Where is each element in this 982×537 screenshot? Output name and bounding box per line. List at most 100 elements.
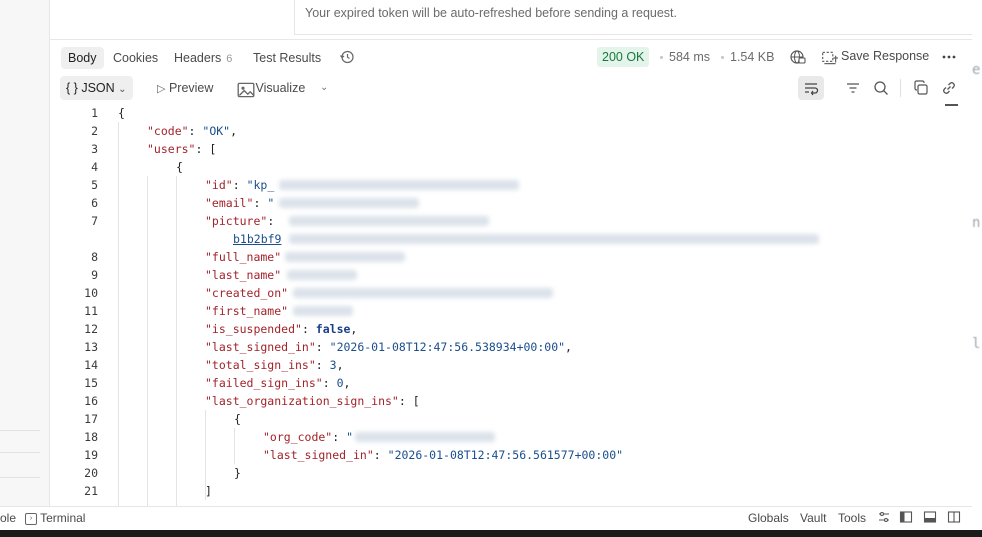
code-line: 11 "first_name" (49, 302, 939, 320)
link-icon[interactable] (940, 79, 958, 97)
json-token: : [ (195, 142, 217, 156)
line-number: 1 (91, 106, 98, 120)
tab-body[interactable]: Body (61, 47, 104, 69)
vault-button[interactable]: Vault (800, 511, 826, 525)
sidebar-divider (0, 430, 40, 431)
line-number: 5 (91, 178, 98, 192)
two-pane-layout-icon[interactable] (947, 510, 961, 527)
body-toolbar: { } JSON ⌄ ▷ Preview Visualize ⌄ (49, 73, 972, 103)
code-line: 12 "is_suspended": false, (49, 320, 939, 338)
background-glyph: l (972, 336, 981, 352)
code-text: { (176, 158, 183, 176)
background-glyph: n (972, 215, 981, 231)
format-select[interactable]: { } JSON ⌄ (60, 76, 133, 100)
code-text: "failed_sign_ins": 0, (205, 374, 350, 392)
code-text: "created_on" (205, 284, 288, 302)
json-key: "users" (147, 142, 196, 156)
search-icon[interactable] (872, 79, 890, 97)
scrollbar-thumb[interactable] (945, 104, 958, 106)
wrap-lines-button[interactable] (798, 76, 824, 100)
visualize-dropdown[interactable]: ⌄ (320, 76, 328, 100)
redacted-value (355, 432, 495, 442)
save-response-button[interactable]: Save Response (821, 44, 929, 68)
auth-refresh-message: Your expired token will be auto-refreshe… (305, 6, 677, 20)
chevron-down-icon: ⌄ (320, 82, 329, 93)
line-number: 20 (84, 466, 98, 480)
sidebar-divider (0, 452, 40, 453)
code-line: 6 "email": " (49, 194, 939, 212)
console-button[interactable]: ole (0, 511, 16, 525)
image-icon (237, 81, 255, 98)
json-token: , (565, 340, 572, 354)
code-text: } (234, 464, 241, 482)
redacted-value (287, 270, 357, 280)
globals-button[interactable]: Globals (748, 511, 789, 525)
json-token: "OK" (202, 124, 231, 138)
tab-cookies-label: Cookies (113, 51, 159, 65)
json-key: "total_sign_ins" (205, 358, 316, 372)
json-token: : (322, 376, 337, 390)
background-glyph: e (972, 62, 981, 78)
network-globe-icon[interactable] (789, 48, 807, 66)
status-badge[interactable]: 200 OK (597, 47, 650, 67)
more-options-icon[interactable] (940, 48, 958, 66)
format-select-label: JSON (81, 81, 115, 95)
toggle-panel-icon[interactable] (923, 510, 937, 527)
tab-test-results[interactable]: Test Results (246, 47, 328, 69)
visualize-button[interactable]: Visualize (237, 76, 305, 100)
code-line: 19 "last_signed_in": "2026-01-08T12:47:56… (49, 446, 939, 464)
auth-info-banner: Your expired token will be auto-refreshe… (294, 0, 972, 35)
tab-cookies[interactable]: Cookies (106, 47, 165, 69)
preview-button[interactable]: ▷ Preview (157, 76, 213, 100)
code-text: "org_code": " (263, 428, 353, 446)
line-number: 2 (91, 124, 98, 138)
line-number: 4 (91, 160, 98, 174)
json-key: "id" (205, 178, 233, 192)
wrap-lines-icon (802, 79, 820, 97)
json-link[interactable]: b1b2bf9 (233, 232, 281, 246)
copy-icon[interactable] (912, 79, 930, 97)
json-token: : (332, 430, 347, 444)
play-icon: ▷ (157, 83, 166, 95)
json-token: , (343, 376, 351, 390)
json-token: "2026-01-08T12:47:56.561577+00:00" (387, 448, 624, 462)
tab-headers[interactable]: Headers 6 (167, 47, 239, 69)
terminal-button[interactable]: › Terminal (25, 511, 85, 525)
code-line: 8 "full_name" (49, 248, 939, 266)
filter-icon[interactable] (844, 79, 862, 97)
json-token: : (315, 340, 330, 354)
code-text: "code": "OK", (147, 122, 237, 140)
separator-dot (660, 56, 663, 59)
json-token: ] (205, 484, 212, 498)
code-text: "email": " (205, 194, 274, 212)
code-text: "first_name" (205, 302, 288, 320)
chevron-down-icon: ⌄ (118, 84, 127, 95)
tools-button[interactable]: Tools (838, 511, 866, 525)
visualize-label: Visualize (255, 81, 306, 95)
code-text: { (118, 104, 125, 122)
line-number: 3 (91, 142, 98, 156)
json-token: : (315, 358, 330, 372)
json-key: "created_on" (205, 286, 289, 300)
tab-headers-label: Headers (174, 51, 222, 65)
response-time[interactable]: 584 ms (669, 47, 710, 67)
code-line: 3 "users": [ (49, 140, 939, 158)
response-body-editor[interactable]: 1{2 "code": "OK", 3 "users": [4{5 "id": "kp_… (49, 104, 972, 506)
code-text: ] (205, 482, 212, 500)
toolbar-divider (900, 79, 901, 97)
code-text: "last_organization_sign_ins": [ (205, 392, 420, 410)
json-key: "full_name" (205, 250, 282, 264)
line-number: 17 (84, 412, 98, 426)
line-number: 18 (84, 430, 98, 444)
json-token: 0 (336, 376, 344, 390)
line-number: 9 (91, 268, 98, 282)
history-icon[interactable] (339, 49, 355, 65)
json-token: : [ (398, 394, 420, 408)
json-key: "last_signed_in" (263, 448, 374, 462)
toggle-sidebar-icon[interactable] (899, 510, 913, 527)
settings-sliders-icon[interactable] (877, 510, 891, 527)
response-size[interactable]: 1.54 KB (730, 47, 774, 67)
redacted-value (279, 180, 519, 190)
response-tabs: Body Cookies Headers 6 Test Results 200 O… (49, 41, 972, 71)
line-number: 7 (91, 214, 98, 228)
